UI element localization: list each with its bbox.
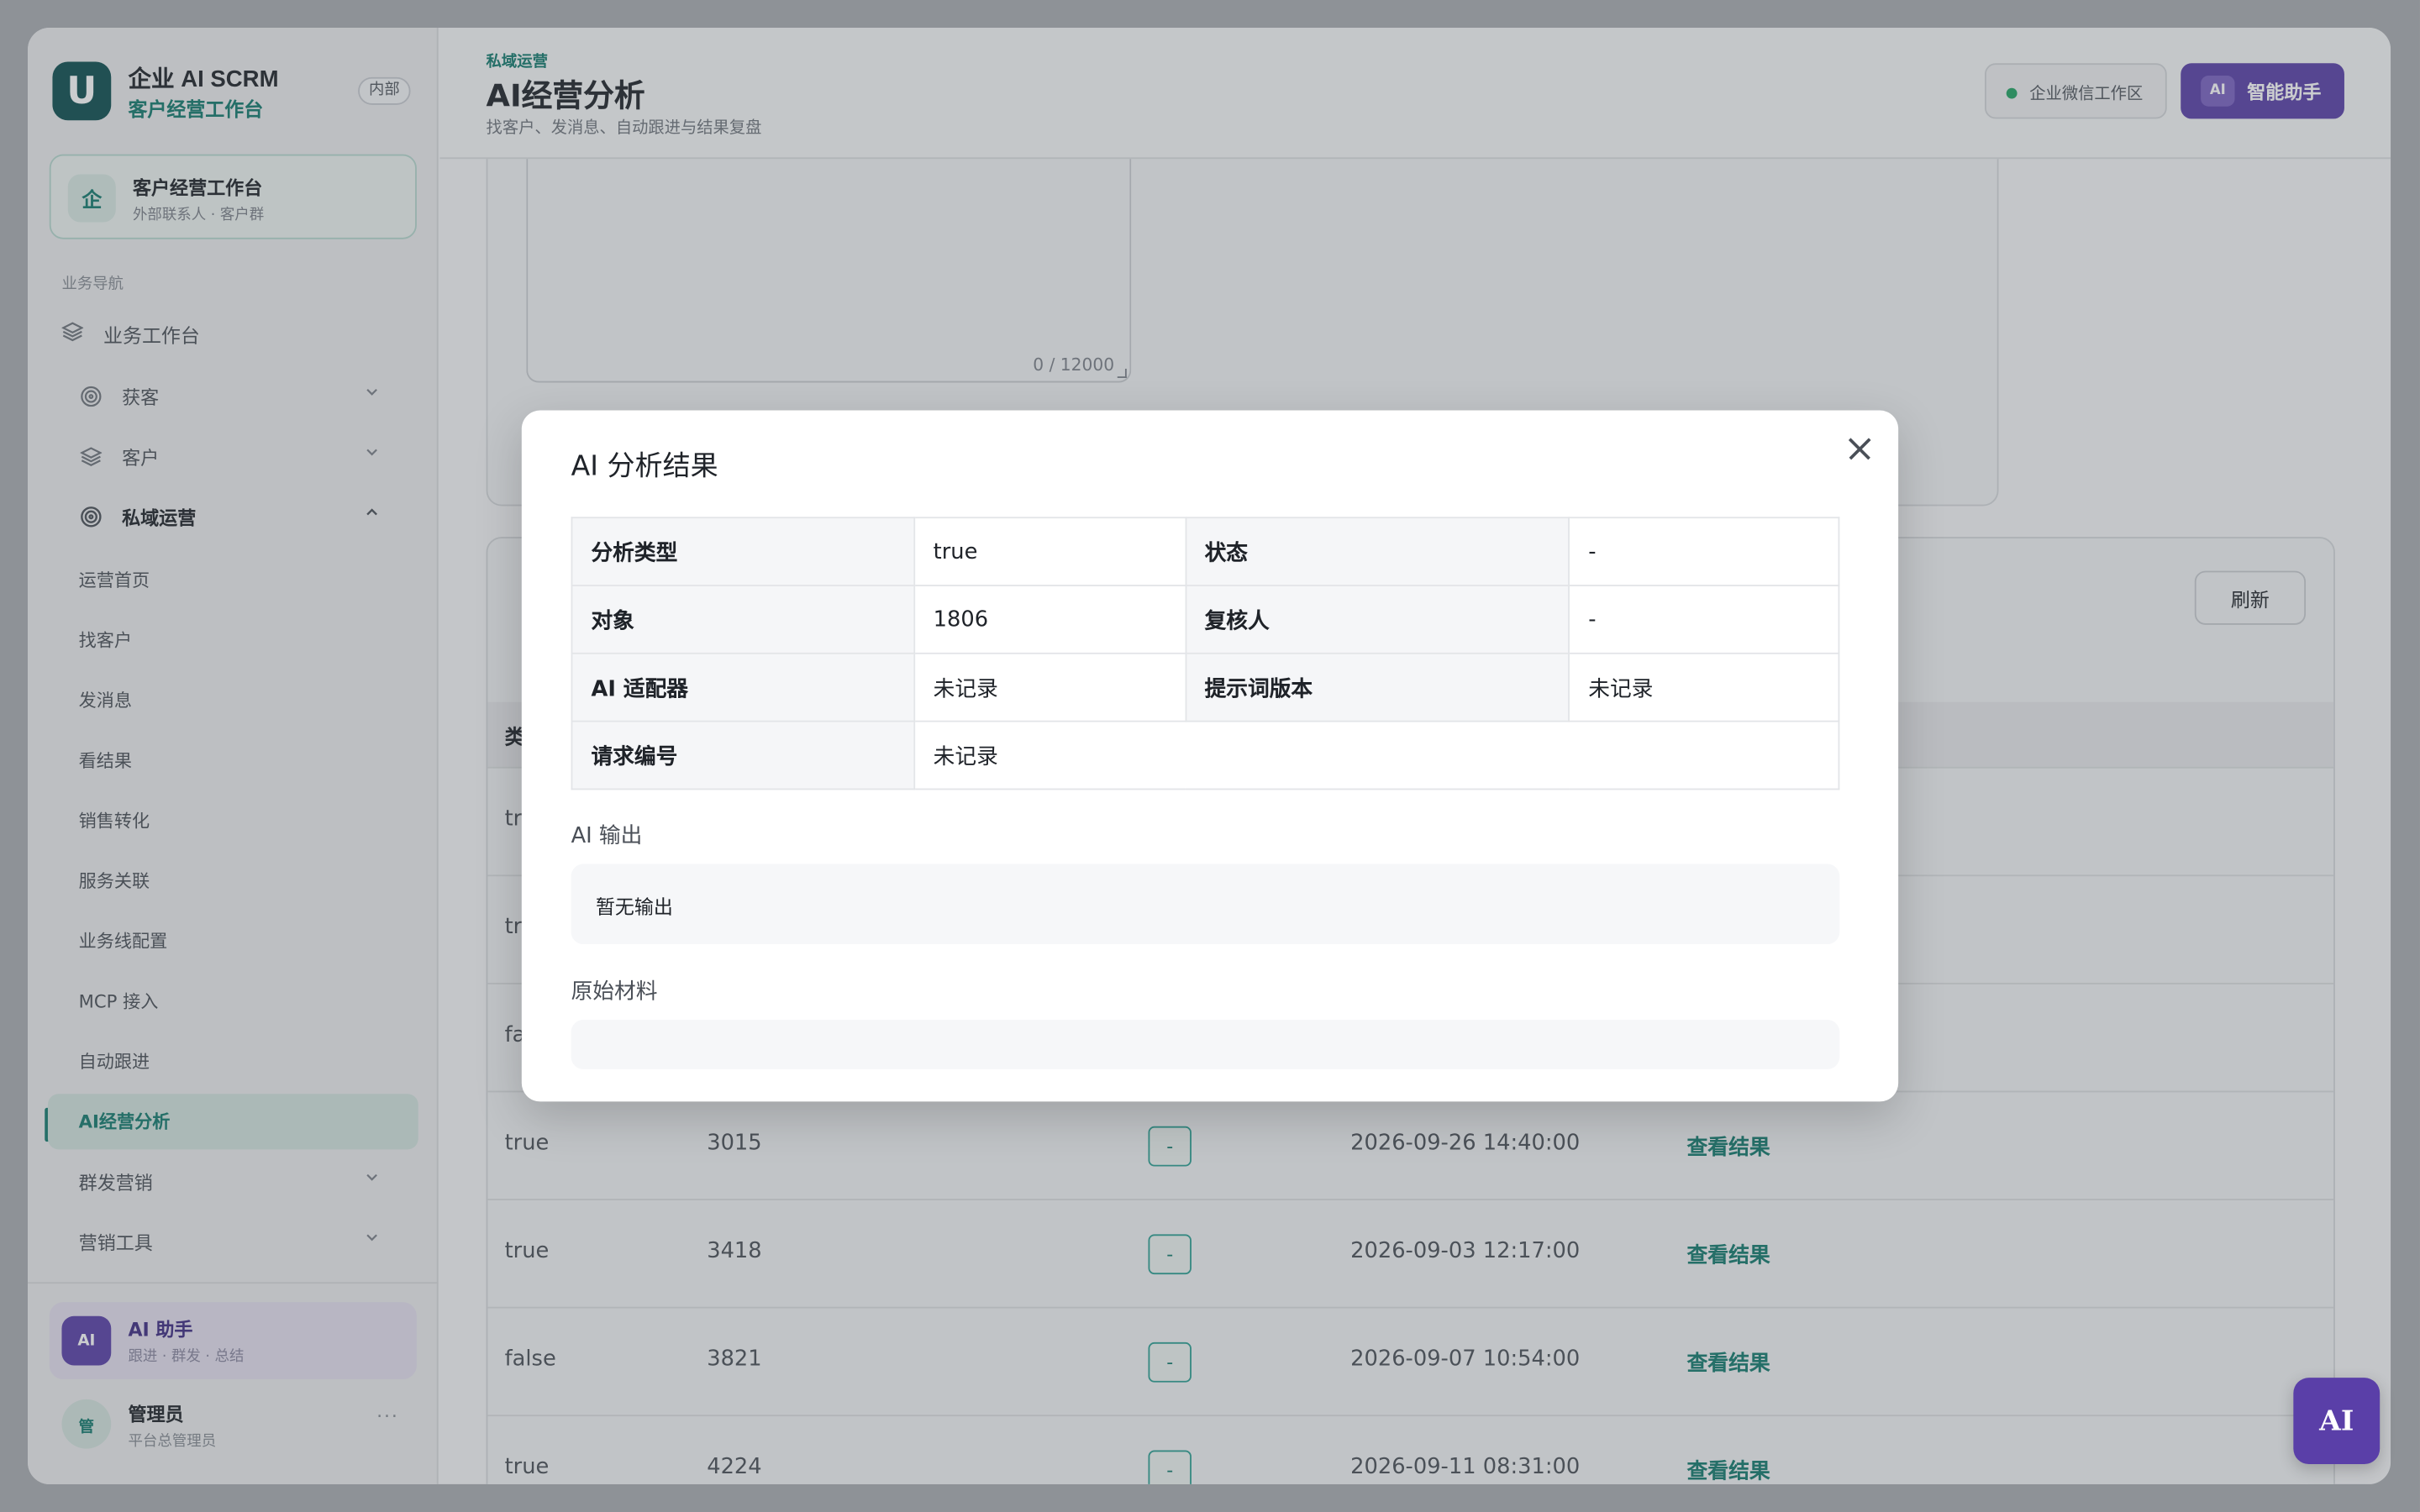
field-value: 未记录 [913,720,1840,790]
ai-result-dialog: AI 分析结果 分析类型 true 状态 - 对象 1806 复核人 - AI … [521,410,1899,1102]
field-label: 请求编号 [571,720,915,790]
field-value: 未记录 [1568,652,1840,722]
raw-material-label: 原始材料 [571,979,658,1005]
table-row: 对象 1806 复核人 - [571,585,1840,654]
ai-floating-button[interactable]: AI [2293,1378,2381,1465]
field-value: - [1568,517,1840,586]
close-icon[interactable] [1843,432,1876,465]
field-label: 复核人 [1184,585,1570,654]
result-details-table: 分析类型 true 状态 - 对象 1806 复核人 - AI 适配器 未记录 … [571,517,1840,790]
field-value: 1806 [913,585,1186,654]
field-label: 分析类型 [571,517,915,586]
dialog-title: AI 分析结果 [571,450,718,483]
ai-output-label: AI 输出 [571,823,643,849]
table-row: 请求编号 未记录 [571,720,1840,790]
raw-material-box [571,1020,1840,1069]
field-label: AI 适配器 [571,652,915,722]
field-value: true [913,517,1186,586]
ai-output-text: 暂无输出 [595,895,673,918]
field-label: 对象 [571,585,915,654]
table-row: AI 适配器 未记录 提示词版本 未记录 [571,652,1840,722]
ai-output-box: 暂无输出 [571,864,1840,945]
field-value: 未记录 [913,652,1186,722]
field-label: 状态 [1184,517,1570,586]
field-label: 提示词版本 [1184,652,1570,722]
table-row: 分析类型 true 状态 - [571,517,1840,586]
field-value: - [1568,585,1840,654]
